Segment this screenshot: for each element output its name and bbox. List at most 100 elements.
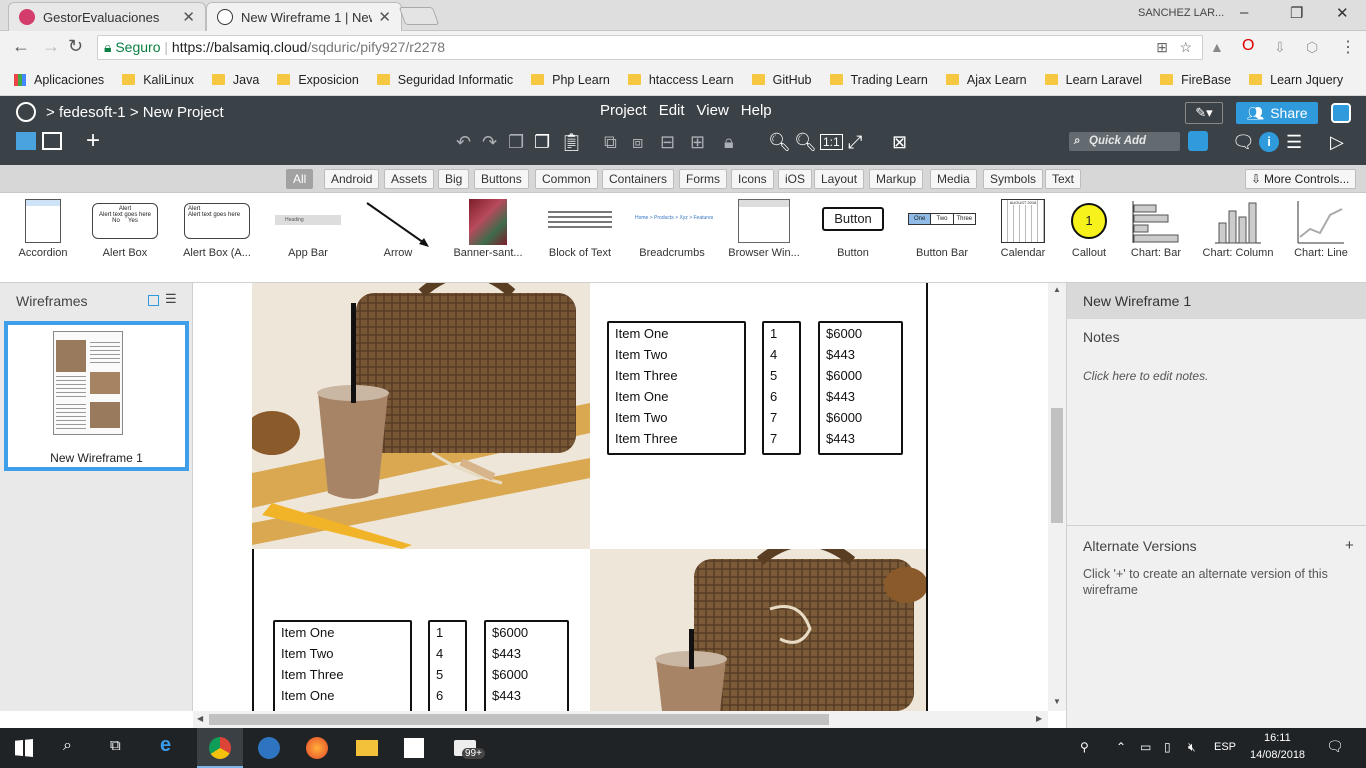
network-icon[interactable]: ▭ — [1140, 740, 1151, 754]
wireframe-canvas[interactable]: Item One Item Two Item Three Item One It… — [193, 283, 1048, 711]
vertical-scroll-thumb[interactable] — [1051, 408, 1063, 523]
close-tab-icon[interactable]: ✕ — [378, 8, 391, 26]
cube-extension-icon[interactable]: ⬡ — [1306, 39, 1318, 56]
tray-expand-icon[interactable]: ⌃ — [1116, 740, 1126, 754]
info-icon[interactable]: i — [1259, 132, 1279, 152]
distribute-icon[interactable]: ⊞ — [690, 132, 705, 153]
action-center-icon[interactable]: 🗨︎ — [1326, 738, 1344, 755]
items-column-box[interactable]: Item One Item Two Item Three Item One — [273, 620, 412, 711]
maximize-icon[interactable]: ❐ — [1290, 4, 1303, 22]
single-wireframe-view-icon[interactable] — [148, 295, 159, 306]
reload-icon[interactable]: ↻ — [68, 36, 83, 57]
price-column-box[interactable]: $6000 $443 $6000 $443 $6000 $443 — [818, 321, 903, 455]
zoom-out-icon[interactable]: 🔍︎ — [768, 132, 791, 153]
people-icon[interactable]: ⚲ — [1080, 740, 1089, 754]
delete-icon[interactable]: ⊠ — [892, 132, 907, 153]
filter-chip[interactable]: Symbols — [983, 169, 1044, 189]
menu-project[interactable]: Project — [600, 102, 647, 119]
wireframe-thumbnail-card[interactable]: New Wireframe 1 — [4, 321, 189, 471]
back-icon[interactable]: ← — [12, 36, 30, 57]
list-view-icon[interactable]: ☰ — [165, 291, 177, 307]
menu-view[interactable]: View — [697, 102, 729, 119]
pen-mode-button[interactable]: ✎▾ — [1185, 102, 1223, 124]
windows-start-icon[interactable] — [15, 739, 33, 757]
library-item-alert-box-alt[interactable]: Alert Alert text goes here Alert Box (A..… — [177, 193, 257, 283]
copy-icon[interactable]: ❐ — [508, 132, 524, 153]
search-icon[interactable]: ⌕ — [63, 737, 87, 759]
menu-help[interactable]: Help — [741, 102, 772, 119]
scroll-left-icon[interactable]: ◀ — [197, 714, 203, 723]
breadcrumb-space[interactable]: fedesoft-1 — [59, 104, 126, 121]
price-column-box[interactable]: $6000 $443 $6000 $443 — [484, 620, 569, 711]
store-icon[interactable] — [404, 738, 424, 758]
power-icon[interactable]: ▯ — [1164, 740, 1171, 754]
edge-icon[interactable]: e — [160, 734, 184, 756]
volume-muted-icon[interactable]: 🔇︎ — [1188, 740, 1196, 755]
url-input[interactable]: 🔒︎ Seguro | https://balsamiq.cloud/sqdur… — [97, 35, 1203, 60]
library-item-button[interactable]: Button Button — [813, 193, 893, 283]
library-item-button-bar[interactable]: One Two Three Button Bar — [902, 193, 982, 283]
horizontal-scroll-thumb[interactable] — [209, 714, 829, 725]
single-view-icon[interactable] — [16, 132, 36, 150]
bookmark-folder[interactable]: htaccess Learn — [627, 73, 734, 87]
thunderbird-icon[interactable] — [258, 737, 280, 759]
filter-chip[interactable]: Layout — [814, 169, 865, 189]
ui-library-icon[interactable] — [1188, 131, 1208, 151]
bookmark-folder[interactable]: Learn Jquery — [1249, 73, 1343, 87]
scroll-down-icon[interactable]: ▼ — [1053, 697, 1061, 706]
window-close-icon[interactable]: ✕ — [1336, 4, 1349, 22]
library-item-chart-bar[interactable]: Chart: Bar — [1116, 193, 1196, 283]
filter-chip[interactable]: Buttons — [474, 169, 529, 189]
clipboard-icon[interactable]: 📋︎ — [560, 132, 583, 153]
share-button[interactable]: 👥︎ Share — [1236, 102, 1318, 124]
grid-view-icon[interactable] — [42, 132, 62, 150]
filter-chip[interactable]: Containers — [602, 169, 675, 189]
menu-edit[interactable]: Edit — [659, 102, 685, 119]
tab-gestor-evaluaciones[interactable]: GestorEvaluaciones ✕ — [8, 2, 206, 31]
notes-editor[interactable]: Click here to edit notes. — [1083, 369, 1208, 383]
vertical-scrollbar[interactable]: ▲ ▼ — [1048, 283, 1066, 711]
library-item-block-of-text[interactable]: Block of Text — [540, 193, 620, 283]
forward-icon[interactable]: → — [42, 36, 60, 57]
group-icon[interactable]: ⧉ — [604, 132, 617, 153]
qty-column-box[interactable]: 1 4 5 6 — [428, 620, 467, 711]
scroll-up-icon[interactable]: ▲ — [1053, 285, 1061, 294]
balsamiq-logo-icon[interactable] — [16, 102, 36, 122]
clock-time[interactable]: 16:11 — [1264, 732, 1291, 744]
file-explorer-icon[interactable] — [356, 740, 378, 756]
add-alternate-button[interactable]: + — [1345, 537, 1354, 554]
tab-new-wireframe[interactable]: New Wireframe 1 | New P ✕ — [206, 2, 402, 31]
account-icon[interactable] — [1331, 103, 1351, 123]
align-icon[interactable]: ⊟ — [660, 132, 675, 153]
bookmark-folder[interactable]: FireBase — [1160, 73, 1231, 87]
bookmark-folder[interactable]: GitHub — [751, 73, 812, 87]
redo-icon[interactable]: ↷ — [482, 132, 497, 153]
scroll-right-icon[interactable]: ▶ — [1036, 714, 1042, 723]
library-item-banner[interactable]: Banner-sant... — [448, 193, 528, 283]
chrome-taskbar-button[interactable] — [197, 728, 243, 768]
firefox-icon[interactable] — [306, 737, 328, 759]
task-view-icon[interactable]: ⧉ — [110, 737, 134, 759]
language-indicator[interactable]: ESP — [1214, 741, 1236, 753]
library-item-chart-line[interactable]: Chart: Line — [1281, 193, 1361, 283]
download-extension-icon[interactable]: ⇩ — [1274, 39, 1286, 56]
bookmark-folder[interactable]: Seguridad Informatic — [376, 73, 513, 87]
paste-icon[interactable]: ❐ — [534, 132, 550, 153]
add-icon[interactable]: + — [86, 127, 100, 155]
filter-chip[interactable]: Text — [1045, 169, 1082, 189]
product-photo[interactable] — [252, 283, 590, 549]
bookmark-folder[interactable]: Ajax Learn — [945, 73, 1027, 87]
library-item-alert-box[interactable]: Alert Alert text goes here No Yes Alert Bo… — [85, 193, 165, 283]
minimize-icon[interactable]: – — [1240, 4, 1248, 21]
wireframe-title[interactable]: New Wireframe 1 — [1067, 283, 1366, 319]
bookmark-folder[interactable]: Php Learn — [531, 73, 610, 87]
translate-icon[interactable]: ⊞ — [1156, 36, 1168, 59]
new-tab-button[interactable] — [398, 7, 440, 25]
more-controls-button[interactable]: ⇩ More Controls... — [1245, 169, 1357, 189]
product-photo[interactable] — [590, 549, 926, 711]
filter-chip[interactable]: Big — [438, 169, 470, 189]
chrome-menu-icon[interactable]: ⋮ — [1340, 37, 1356, 57]
filter-chip[interactable]: Forms — [679, 169, 727, 189]
undo-icon[interactable]: ↶ — [456, 132, 471, 153]
library-item-app-bar[interactable]: Heading App Bar — [268, 193, 348, 283]
